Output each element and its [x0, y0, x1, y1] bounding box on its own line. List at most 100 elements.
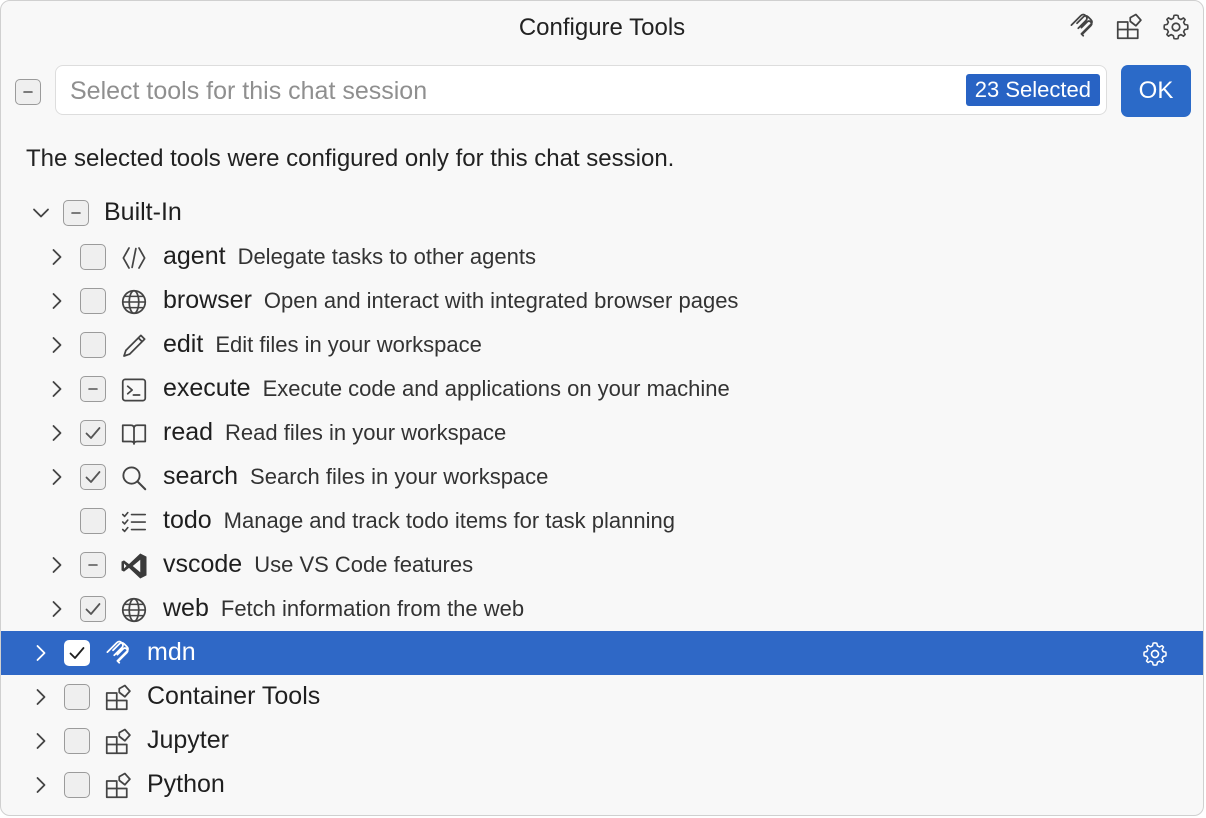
chevron-right-icon[interactable]: [44, 596, 70, 622]
tool-row-web[interactable]: web Fetch information from the web: [1, 587, 1203, 631]
extensions-icon: [103, 727, 133, 757]
tool-name: read: [163, 418, 214, 446]
tool-description: Edit files in your workspace: [215, 332, 482, 357]
server-row-mdn[interactable]: mdn: [1, 631, 1203, 675]
chevron-right-icon[interactable]: [28, 640, 54, 666]
tool-label: todo Manage and track todo items for task…: [163, 506, 675, 535]
tool-checkbox[interactable]: [80, 596, 106, 622]
mcp-icon: [103, 639, 133, 669]
chevron-right-icon[interactable]: [44, 288, 70, 314]
tool-row-edit[interactable]: edit Edit files in your workspace: [1, 323, 1203, 367]
title-actions: [1065, 11, 1193, 47]
input-row: 23 Selected OK: [1, 63, 1203, 119]
extensions-button[interactable]: [1112, 11, 1146, 47]
server-row-python[interactable]: Python: [1, 763, 1203, 807]
code-icon: [119, 243, 149, 273]
tool-description: Read files in your workspace: [225, 420, 507, 445]
settings-button[interactable]: [1159, 11, 1193, 47]
tool-checkbox[interactable]: [80, 376, 106, 402]
ok-button[interactable]: OK: [1121, 65, 1191, 117]
extensions-icon: [1114, 12, 1144, 47]
tool-checkbox[interactable]: [80, 420, 106, 446]
built-in-checkbox[interactable]: [63, 200, 89, 226]
tool-label: browser Open and interact with integrated…: [163, 286, 738, 315]
tool-row-execute[interactable]: execute Execute code and applications on …: [1, 367, 1203, 411]
tool-description: Delegate tasks to other agents: [237, 244, 536, 269]
select-all-checkbox[interactable]: [15, 79, 41, 105]
server-checkbox[interactable]: [64, 772, 90, 798]
mcp-button[interactable]: [1065, 11, 1099, 47]
tool-row-agent[interactable]: agent Delegate tasks to other agents: [1, 235, 1203, 279]
chevron-right-icon[interactable]: [44, 376, 70, 402]
tool-checkbox[interactable]: [80, 552, 106, 578]
terminal-icon: [119, 375, 149, 405]
tool-label: search Search files in your workspace: [163, 462, 548, 491]
tool-row-vscode[interactable]: vscode Use VS Code features: [1, 543, 1203, 587]
tool-name: todo: [163, 506, 212, 534]
server-name: Jupyter: [147, 726, 229, 754]
tool-checkbox[interactable]: [80, 508, 106, 534]
search-box: 23 Selected: [55, 65, 1107, 116]
tool-checkbox[interactable]: [80, 332, 106, 358]
gear-icon[interactable]: [1141, 640, 1169, 668]
tool-name: browser: [163, 286, 252, 314]
server-row-jupyter[interactable]: Jupyter: [1, 719, 1203, 763]
titlebar: Configure Tools: [1, 1, 1203, 57]
search-icon: [119, 463, 149, 493]
extensions-icon: [103, 771, 133, 801]
chevron-right-icon[interactable]: [28, 684, 54, 710]
tool-row-todo[interactable]: todo Manage and track todo items for task…: [1, 499, 1203, 543]
chevron-right-icon[interactable]: [44, 332, 70, 358]
tool-name: vscode: [163, 550, 243, 578]
configure-tools-dialog: Configure Tools 23 Selected OK The selec…: [0, 0, 1204, 816]
tool-label: agent Delegate tasks to other agents: [163, 242, 536, 271]
server-checkbox[interactable]: [64, 728, 90, 754]
tool-name: edit: [163, 330, 204, 358]
server-name: mdn: [147, 638, 196, 666]
tool-checkbox[interactable]: [80, 288, 106, 314]
server-checkbox[interactable]: [64, 640, 90, 666]
extensions-icon: [103, 683, 133, 713]
chevron-right-icon[interactable]: [44, 420, 70, 446]
tool-checkbox[interactable]: [80, 244, 106, 270]
dialog-title: Configure Tools: [518, 14, 686, 41]
tool-label: web Fetch information from the web: [163, 594, 524, 623]
selected-count-badge: 23 Selected: [965, 74, 1100, 106]
vscode-icon: [119, 551, 149, 581]
mcp-icon: [1067, 12, 1097, 47]
tool-name: search: [163, 462, 239, 490]
tool-label: read Read files in your workspace: [163, 418, 506, 447]
tool-checkbox[interactable]: [80, 464, 106, 490]
server-name: Container Tools: [147, 682, 321, 710]
server-checkbox[interactable]: [64, 684, 90, 710]
tool-description: Fetch information from the web: [220, 596, 525, 621]
gear-icon: [1161, 12, 1191, 47]
checklist-icon: [119, 507, 149, 537]
tool-label: vscode Use VS Code features: [163, 550, 473, 579]
tool-label: execute Execute code and applications on …: [163, 374, 730, 403]
chevron-down-icon[interactable]: [28, 200, 54, 226]
group-row-built-in[interactable]: Built-In: [1, 191, 1203, 235]
tool-description: Use VS Code features: [254, 552, 474, 577]
tool-name: agent: [163, 242, 226, 270]
tool-label: edit Edit files in your workspace: [163, 330, 482, 359]
book-icon: [119, 419, 149, 449]
globe-icon: [119, 287, 149, 317]
session-notice: The selected tools were configured only …: [26, 145, 675, 172]
chevron-right-icon[interactable]: [44, 244, 70, 270]
chevron-right-icon[interactable]: [44, 552, 70, 578]
tool-description: Execute code and applications on your ma…: [262, 376, 730, 401]
server-name: Python: [147, 770, 225, 798]
tool-description: Search files in your workspace: [250, 464, 549, 489]
chevron-right-icon[interactable]: [44, 464, 70, 490]
tool-row-browser[interactable]: browser Open and interact with integrated…: [1, 279, 1203, 323]
search-input[interactable]: [68, 66, 932, 116]
chevron-right-icon[interactable]: [28, 772, 54, 798]
server-row-container-tools[interactable]: Container Tools: [1, 675, 1203, 719]
globe-icon: [119, 595, 149, 625]
tool-row-read[interactable]: read Read files in your workspace: [1, 411, 1203, 455]
pencil-icon: [119, 331, 149, 361]
tool-description: Manage and track todo items for task pla…: [223, 508, 675, 533]
tool-row-search[interactable]: search Search files in your workspace: [1, 455, 1203, 499]
chevron-right-icon[interactable]: [28, 728, 54, 754]
